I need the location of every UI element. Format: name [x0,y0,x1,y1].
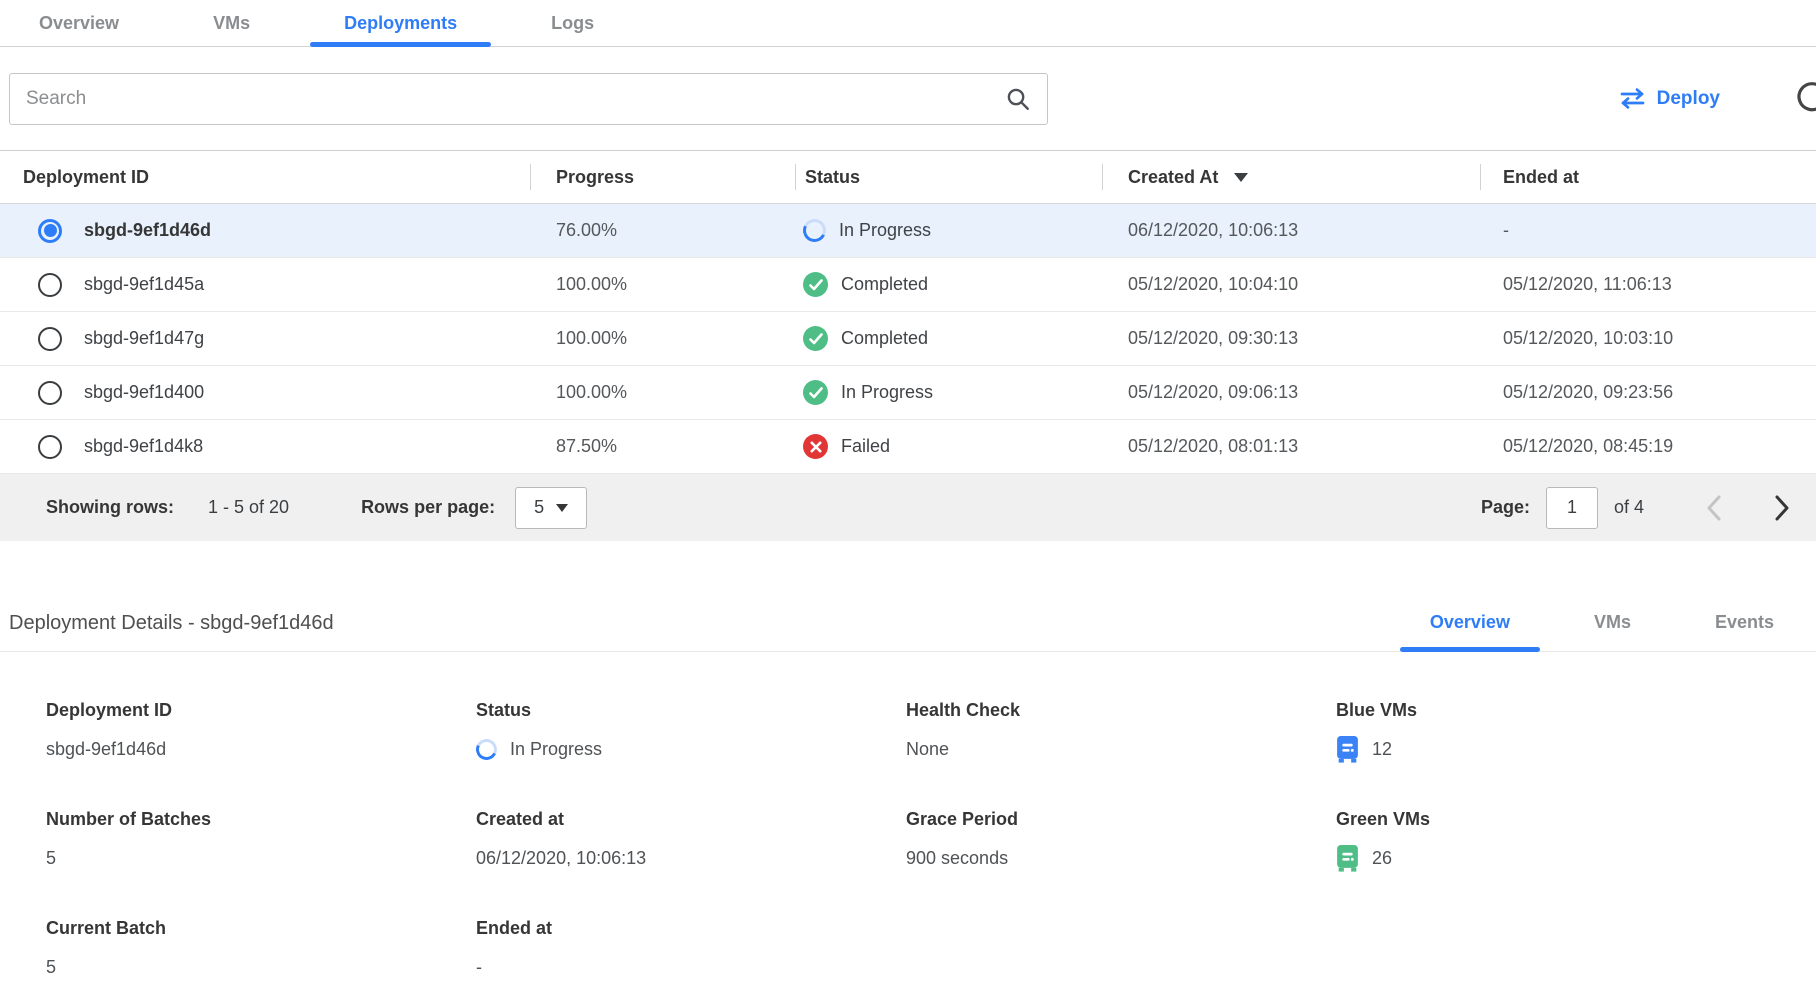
field-ended-at: Ended at - [476,918,906,980]
next-page-button[interactable] [1774,495,1790,521]
showing-rows-value: 1 - 5 of 20 [208,497,289,518]
progress-value: 100.00% [530,312,795,365]
field-number-of-batches: Number of Batches 5 [46,809,476,872]
table-row[interactable]: sbgd-9ef1d47g 100.00% Completed 05/12/20… [0,312,1816,366]
created-at-value: 05/12/2020, 09:30:13 [1102,312,1480,365]
page-total: of 4 [1614,497,1644,518]
column-header-status: Status [795,151,1102,203]
field-health-check: Health Check None [906,700,1336,763]
details-tab-bar: Overview VMs Events [1400,612,1816,651]
table-row[interactable]: sbgd-9ef1d46d 76.00% In Progress 06/12/2… [0,204,1816,258]
status-label: Completed [841,274,928,295]
rows-per-page-value: 5 [534,497,544,518]
radio-icon[interactable] [38,381,62,405]
created-at-value: 05/12/2020, 08:01:13 [1102,420,1480,473]
deployments-table: Deployment ID Progress Status Created At… [0,150,1816,541]
details-tab-events[interactable]: Events [1685,612,1804,651]
details-tab-vms[interactable]: VMs [1564,612,1661,651]
radio-icon[interactable] [38,435,62,459]
table-footer: Showing rows: 1 - 5 of 20 Rows per page:… [0,474,1816,541]
field-grace-period: Grace Period 900 seconds [906,809,1336,872]
search-icon [1005,86,1031,112]
created-at-value: 06/12/2020, 10:06:13 [1102,204,1480,257]
column-header-created-at[interactable]: Created At [1102,151,1480,203]
status-label: In Progress [841,382,933,403]
table-row[interactable]: sbgd-9ef1d4k8 87.50% Failed 05/12/2020, … [0,420,1816,474]
status-label: In Progress [839,220,931,241]
deployment-details-title: Deployment Details - sbgd-9ef1d46d [0,612,334,635]
created-at-value: 05/12/2020, 09:06:13 [1102,366,1480,419]
ended-at-value: 05/12/2020, 09:23:56 [1480,366,1816,419]
column-header-ended-at: Ended at [1480,151,1816,203]
rows-per-page-label: Rows per page: [361,497,495,518]
tab-overview[interactable]: Overview [5,0,153,46]
vm-green-icon [1336,845,1359,872]
tab-vms[interactable]: VMs [179,0,284,46]
status-failed-icon [803,434,828,459]
status-label: Completed [841,328,928,349]
main-tab-bar: Overview VMs Deployments Logs [0,0,1816,47]
deploy-button-label: Deploy [1657,88,1720,110]
status-in-progress-icon [473,736,500,763]
details-grid: Deployment ID sbgd-9ef1d46d Status In Pr… [0,652,1816,980]
field-blue-vms: Blue VMs 12 [1336,700,1766,763]
ended-at-value: - [1480,204,1816,257]
previous-page-button[interactable] [1706,495,1722,521]
progress-value: 87.50% [530,420,795,473]
deployment-id: sbgd-9ef1d45a [84,274,204,295]
rows-per-page-select[interactable]: 5 [515,487,587,529]
deployment-id: sbgd-9ef1d4k8 [84,436,203,457]
toolbar: Deploy [0,47,1816,150]
field-green-vms: Green VMs 26 [1336,809,1766,872]
chevron-down-icon [556,504,568,512]
table-row[interactable]: sbgd-9ef1d45a 100.00% Completed 05/12/20… [0,258,1816,312]
page-input[interactable] [1546,487,1598,529]
column-header-progress: Progress [530,151,795,203]
deployment-id: sbgd-9ef1d47g [84,328,204,349]
table-row[interactable]: sbgd-9ef1d400 100.00% In Progress 05/12/… [0,366,1816,420]
field-created-at: Created at 06/12/2020, 10:06:13 [476,809,906,872]
progress-value: 100.00% [530,258,795,311]
details-tab-overview[interactable]: Overview [1400,612,1540,651]
column-header-deployment-id: Deployment ID [0,151,530,203]
deployment-details-section: Deployment Details - sbgd-9ef1d46d Overv… [0,541,1816,980]
deployment-id: sbgd-9ef1d46d [84,220,211,241]
ended-at-value: 05/12/2020, 11:06:13 [1480,258,1816,311]
field-status: Status In Progress [476,700,906,763]
tab-deployments[interactable]: Deployments [310,0,491,46]
progress-value: 76.00% [530,204,795,257]
status-completed-icon [803,272,828,297]
status-label: Failed [841,436,890,457]
sort-descending-icon [1234,173,1248,182]
status-in-progress-icon [800,216,829,245]
created-at-value: 05/12/2020, 10:04:10 [1102,258,1480,311]
search-box[interactable] [9,73,1048,125]
progress-value: 100.00% [530,366,795,419]
deploy-button[interactable]: Deploy [1619,88,1720,110]
ended-at-value: 05/12/2020, 10:03:10 [1480,312,1816,365]
showing-rows-label: Showing rows: [46,497,174,518]
vm-blue-icon [1336,736,1359,763]
status-completed-icon [803,326,828,351]
search-input[interactable] [26,88,1005,110]
status-completed-icon [803,380,828,405]
tab-logs[interactable]: Logs [517,0,628,46]
radio-icon[interactable] [38,273,62,297]
page-label: Page: [1481,497,1530,518]
refresh-icon[interactable] [1795,79,1816,118]
deployment-id: sbgd-9ef1d400 [84,382,204,403]
radio-selected-icon[interactable] [38,219,62,243]
swap-arrows-icon [1619,88,1646,109]
radio-icon[interactable] [38,327,62,351]
ended-at-value: 05/12/2020, 08:45:19 [1480,420,1816,473]
pagination: Page: of 4 [1481,487,1790,529]
field-deployment-id: Deployment ID sbgd-9ef1d46d [46,700,476,763]
field-current-batch: Current Batch 5 [46,918,476,980]
table-header-row: Deployment ID Progress Status Created At… [0,150,1816,204]
